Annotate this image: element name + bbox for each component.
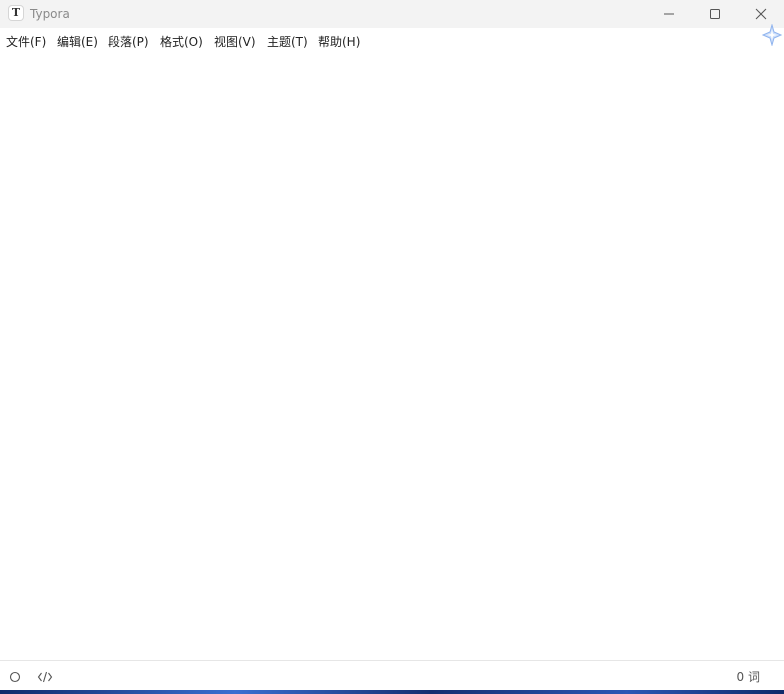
window-title: Typora xyxy=(30,7,70,21)
menu-view[interactable]: 视图(V) xyxy=(214,34,256,50)
menu-bar: 文件(F) 编辑(E) 段落(P) 格式(O) 视图(V) 主题(T) 帮助(H… xyxy=(0,30,784,54)
menu-edit[interactable]: 编辑(E) xyxy=(57,34,98,50)
title-bar[interactable]: T Typora xyxy=(0,0,784,28)
maximize-button[interactable] xyxy=(692,0,738,28)
circle-outline-icon[interactable] xyxy=(9,671,21,683)
menu-paragraph[interactable]: 段落(P) xyxy=(108,34,149,50)
typora-app-icon: T xyxy=(9,6,23,20)
status-bar: 0 词 xyxy=(0,660,784,690)
typora-window: T Typora 文件(F) 编辑(E) 段落(P) 格式(O) 视图(V) 主… xyxy=(0,0,784,690)
minimize-icon xyxy=(664,13,674,15)
word-count[interactable]: 0 词 xyxy=(737,669,760,685)
code-brackets-icon[interactable] xyxy=(37,670,53,684)
menu-themes[interactable]: 主题(T) xyxy=(267,34,308,50)
menu-help[interactable]: 帮助(H) xyxy=(318,34,360,50)
close-icon xyxy=(755,8,767,20)
minimize-button[interactable] xyxy=(646,0,692,28)
editor-area[interactable] xyxy=(0,56,784,660)
menu-format[interactable]: 格式(O) xyxy=(160,34,203,50)
sparkle-icon xyxy=(761,24,783,46)
maximize-icon xyxy=(710,9,720,19)
desktop-wallpaper-strip xyxy=(0,690,784,694)
menu-file[interactable]: 文件(F) xyxy=(6,34,46,50)
